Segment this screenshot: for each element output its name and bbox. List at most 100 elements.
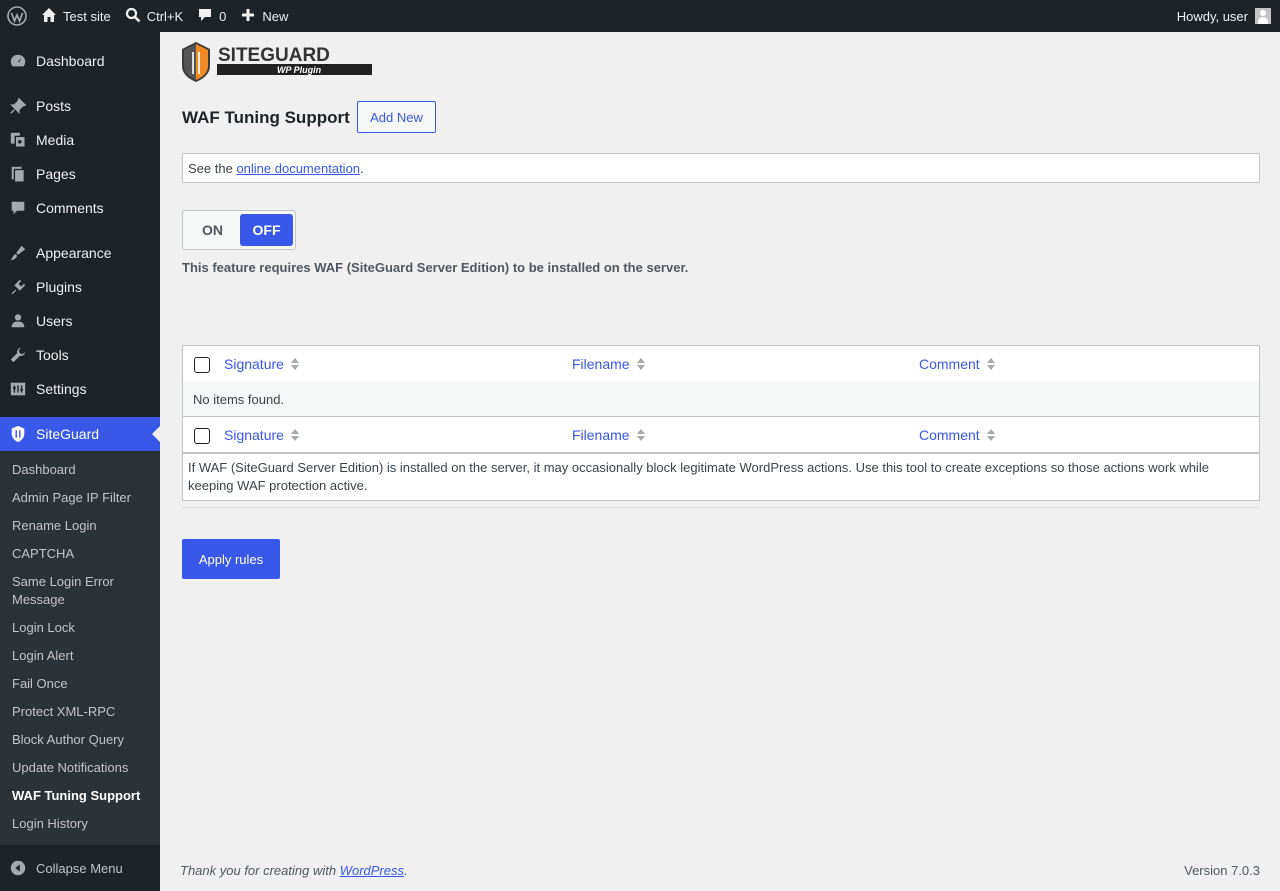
sort-icon xyxy=(636,358,645,370)
menu-label: Comments xyxy=(36,200,104,216)
pages-icon xyxy=(0,165,36,183)
feature-toggle[interactable]: ON OFF xyxy=(182,210,296,250)
comment-icon xyxy=(197,7,213,26)
menu-label: SiteGuard xyxy=(36,426,100,442)
submenu-protect-xml-rpc[interactable]: Protect XML-RPC xyxy=(12,703,152,721)
footer-thanks-prefix: Thank you for creating with xyxy=(180,863,340,878)
column-signature-footer[interactable]: Signature xyxy=(224,417,299,453)
wordpress-logo-icon[interactable] xyxy=(0,0,34,32)
logo-text: SITEGUARD xyxy=(218,45,330,66)
column-label: Filename xyxy=(572,427,630,443)
empty-message: No items found. xyxy=(193,392,285,407)
collapse-label: Collapse Menu xyxy=(36,860,123,876)
siteguard-submenu: Dashboard Admin Page IP Filter Rename Lo… xyxy=(0,451,160,845)
new-content-link[interactable]: New xyxy=(233,0,295,32)
column-label: Comment xyxy=(919,356,980,372)
menu-settings[interactable]: Settings xyxy=(0,372,160,406)
plus-icon xyxy=(240,7,256,26)
menu-appearance[interactable]: Appearance xyxy=(0,236,160,270)
menu-tools[interactable]: Tools xyxy=(0,338,160,372)
menu-label: Media xyxy=(36,132,75,148)
menu-label: Pages xyxy=(36,166,76,182)
documentation-notice: See the online documentation. xyxy=(182,153,1260,183)
my-account-link[interactable]: Howdy, user xyxy=(1177,0,1280,32)
menu-siteguard[interactable]: SiteGuard xyxy=(0,417,160,451)
toggle-on-option[interactable]: ON xyxy=(186,214,239,246)
submenu-captcha[interactable]: CAPTCHA xyxy=(12,545,152,563)
avatar xyxy=(1255,8,1271,24)
add-new-button[interactable]: Add New xyxy=(357,101,436,133)
submenu-dashboard[interactable]: Dashboard xyxy=(12,461,152,479)
menu-label: Settings xyxy=(36,381,87,397)
submenu-login-alert[interactable]: Login Alert xyxy=(12,647,152,665)
column-comment[interactable]: Comment xyxy=(919,346,995,382)
site-name-link[interactable]: Test site xyxy=(34,0,118,32)
sort-icon xyxy=(636,429,645,441)
menu-plugins[interactable]: Plugins xyxy=(0,270,160,304)
submenu-same-login-error-message[interactable]: Same Login Error Message xyxy=(12,573,152,609)
search-shortcut-label: Ctrl+K xyxy=(146,8,184,24)
menu-comments[interactable]: Comments xyxy=(0,191,160,225)
column-label: Comment xyxy=(919,427,980,443)
menu-media[interactable]: Media xyxy=(0,123,160,157)
menu-dashboard[interactable]: Dashboard xyxy=(0,44,160,78)
comment-icon xyxy=(0,199,36,217)
menu-users[interactable]: Users xyxy=(0,304,160,338)
toggle-off-option[interactable]: OFF xyxy=(240,214,293,246)
submenu-block-author-query[interactable]: Block Author Query xyxy=(12,731,152,749)
new-label: New xyxy=(262,8,289,24)
collapse-menu-button[interactable]: Collapse Menu xyxy=(0,851,160,885)
settings-icon xyxy=(0,380,36,398)
submenu-admin-page-ip-filter[interactable]: Admin Page IP Filter xyxy=(12,489,152,507)
greeting: Howdy, user xyxy=(1176,8,1248,24)
site-name-label: Test site xyxy=(63,8,111,24)
home-icon xyxy=(41,7,57,26)
submenu-login-history[interactable]: Login History xyxy=(12,815,152,833)
table-footer-row: Signature Filename Comment xyxy=(183,416,1259,452)
user-icon xyxy=(0,312,36,330)
menu-posts[interactable]: Posts xyxy=(0,89,160,123)
search-icon xyxy=(125,7,141,26)
admin-sidebar: Dashboard Posts Media Pages Comments App… xyxy=(0,32,160,891)
apply-rules-button[interactable]: Apply rules xyxy=(182,539,280,579)
submenu-update-notifications[interactable]: Update Notifications xyxy=(12,759,152,777)
sort-icon xyxy=(290,429,299,441)
sort-icon xyxy=(290,358,299,370)
column-label: Signature xyxy=(224,356,284,372)
column-label: Filename xyxy=(572,356,630,372)
notice-suffix: . xyxy=(360,161,364,176)
online-documentation-link[interactable]: online documentation xyxy=(236,161,360,176)
column-filename[interactable]: Filename xyxy=(572,346,645,382)
exceptions-table: Signature Filename Comment No items foun… xyxy=(182,345,1260,453)
submenu-fail-once[interactable]: Fail Once xyxy=(12,675,152,693)
menu-label: Tools xyxy=(36,347,69,363)
select-all-checkbox-footer[interactable] xyxy=(194,428,210,444)
select-all-checkbox[interactable] xyxy=(194,357,210,373)
divider xyxy=(182,507,1260,508)
column-signature[interactable]: Signature xyxy=(224,346,299,382)
menu-label: Posts xyxy=(36,98,72,114)
command-palette-link[interactable]: Ctrl+K xyxy=(118,0,190,32)
comments-link[interactable]: 0 xyxy=(190,0,233,32)
dashboard-icon xyxy=(0,52,36,70)
siteguard-logo: SITEGUARD WP Plugin xyxy=(182,42,374,82)
collapse-icon xyxy=(0,859,36,877)
menu-label: Users xyxy=(36,313,73,329)
feature-description: If WAF (SiteGuard Server Edition) is ins… xyxy=(182,453,1260,501)
menu-pages[interactable]: Pages xyxy=(0,157,160,191)
main-content: SITEGUARD WP Plugin WAF Tuning Support A… xyxy=(160,32,1280,891)
footer-thanks: Thank you for creating with WordPress. xyxy=(180,863,408,878)
column-label: Signature xyxy=(224,427,284,443)
page-title: WAF Tuning Support xyxy=(182,108,350,127)
submenu-login-lock[interactable]: Login Lock xyxy=(12,619,152,637)
wordpress-link[interactable]: WordPress xyxy=(340,863,404,878)
submenu-waf-tuning-support[interactable]: WAF Tuning Support xyxy=(12,787,152,805)
comments-count: 0 xyxy=(219,8,227,24)
footer-thanks-suffix: . xyxy=(404,863,408,878)
column-filename-footer[interactable]: Filename xyxy=(572,417,645,453)
footer-version: Version 7.0.3 xyxy=(1184,863,1260,878)
submenu-rename-login[interactable]: Rename Login xyxy=(12,517,152,535)
column-comment-footer[interactable]: Comment xyxy=(919,417,995,453)
menu-label: Appearance xyxy=(36,245,112,261)
sort-icon xyxy=(986,358,995,370)
